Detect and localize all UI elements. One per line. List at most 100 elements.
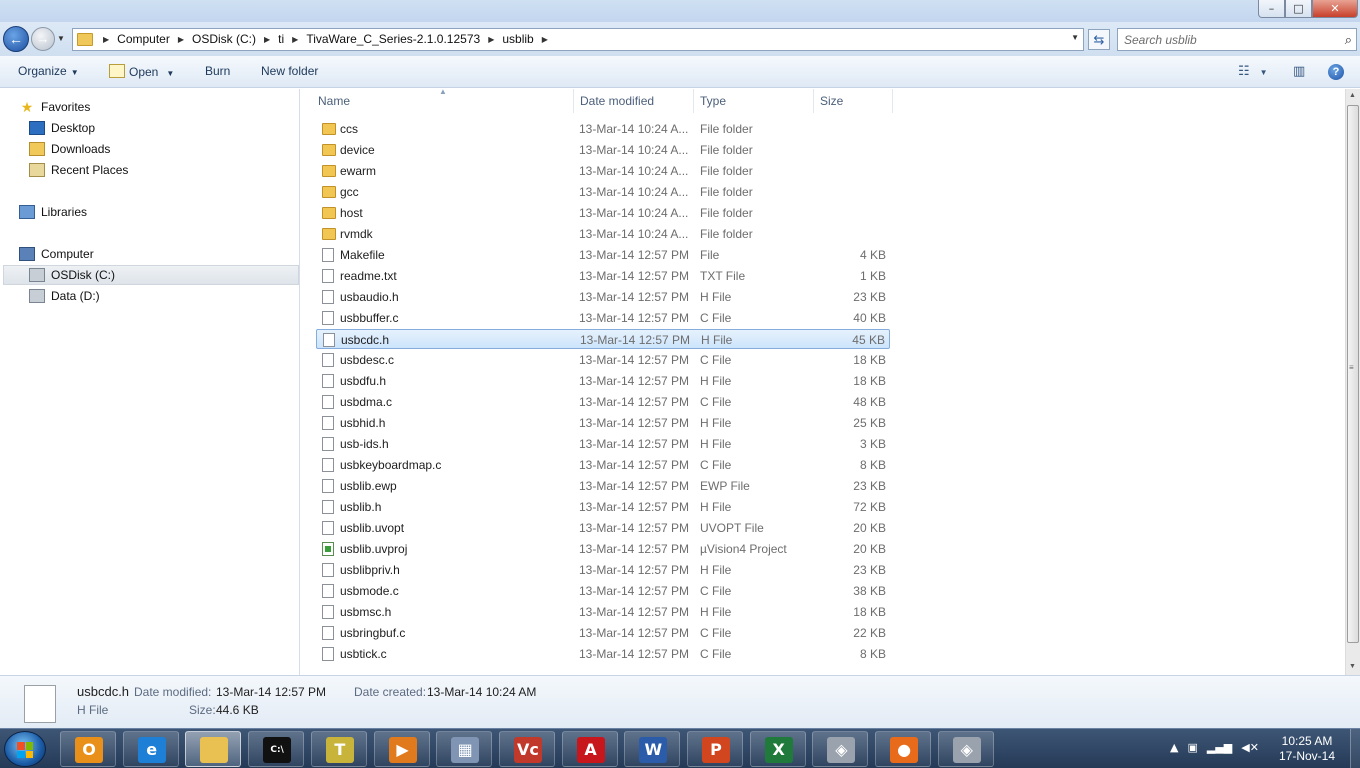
back-button[interactable]: ← (3, 26, 29, 52)
breadcrumb-separator-icon[interactable]: ▶ (288, 35, 302, 44)
file-row[interactable]: rvmdk 13-Mar-14 10:24 A... File folder (316, 224, 890, 244)
breadcrumb-separator-icon[interactable]: ▶ (484, 35, 498, 44)
address-dropdown-icon[interactable]: ▼ (1071, 33, 1079, 42)
taskbar-media-player-button[interactable]: ▶ (373, 731, 430, 767)
minimize-button[interactable]: – (1258, 0, 1285, 18)
show-desktop-button[interactable] (1350, 729, 1360, 768)
file-row[interactable]: usb-ids.h 13-Mar-14 12:57 PM H File 3 KB (316, 434, 890, 454)
nav-downloads[interactable]: Downloads (29, 139, 110, 159)
breadcrumb-osdisk[interactable]: OSDisk (C:) (188, 32, 260, 46)
column-header-type[interactable]: Type (700, 94, 726, 108)
column-divider[interactable] (892, 89, 893, 113)
preview-pane-button[interactable]: ▥ (1293, 63, 1305, 79)
taskbar-command-prompt-button[interactable]: C:\ (248, 731, 305, 767)
organize-button[interactable]: Organize ▼ (18, 64, 79, 78)
file-row[interactable]: usbdma.c 13-Mar-14 12:57 PM C File 48 KB (316, 392, 890, 412)
scroll-up-icon[interactable]: ▲ (1349, 92, 1356, 99)
clock[interactable]: 10:25 AM 17-Nov-14 (1272, 734, 1342, 764)
search-box[interactable]: ⌕ (1117, 28, 1357, 51)
file-row[interactable]: usbmode.c 13-Mar-14 12:57 PM C File 38 KB (316, 581, 890, 601)
file-icon (322, 311, 334, 325)
file-row[interactable]: usbmsc.h 13-Mar-14 12:57 PM H File 18 KB (316, 602, 890, 622)
file-row[interactable]: usbcdc.h 13-Mar-14 12:57 PM H File 45 KB (316, 329, 890, 349)
taskbar-explorer-button[interactable] (185, 731, 242, 767)
file-row[interactable]: usblib.ewp 13-Mar-14 12:57 PM EWP File 23 K… (316, 476, 890, 496)
scroll-down-icon[interactable]: ▼ (1349, 663, 1356, 670)
help-button[interactable]: ? (1328, 64, 1344, 80)
taskbar-firefox-button[interactable]: ● (875, 731, 932, 767)
column-divider[interactable] (813, 89, 814, 113)
file-row[interactable]: usblib.uvproj 13-Mar-14 12:57 PM µVision4 … (316, 539, 890, 559)
file-row[interactable]: usbhid.h 13-Mar-14 12:57 PM H File 25 KB (316, 413, 890, 433)
nav-recent-places[interactable]: Recent Places (29, 160, 128, 180)
taskbar-word-button[interactable]: W (624, 731, 681, 767)
breadcrumb-separator-icon[interactable]: ▶ (174, 35, 188, 44)
breadcrumb-separator-icon[interactable]: ▶ (538, 35, 552, 44)
breadcrumb-separator-icon[interactable]: ▶ (260, 35, 274, 44)
network-device-icon[interactable]: ▣ (1187, 741, 1197, 754)
scrollbar-thumb[interactable] (1347, 105, 1359, 643)
breadcrumb-separator-icon[interactable]: ▶ (99, 35, 113, 44)
file-row[interactable]: usbdfu.h 13-Mar-14 12:57 PM H File 18 KB (316, 371, 890, 391)
taskbar-virtual-box-1-button[interactable]: ◈ (812, 731, 869, 767)
file-row[interactable]: usblibpriv.h 13-Mar-14 12:57 PM H File 23 K… (316, 560, 890, 580)
column-divider[interactable] (573, 89, 574, 113)
file-row[interactable]: usbkeyboardmap.c 13-Mar-14 12:57 PM C File… (316, 455, 890, 475)
column-divider[interactable] (693, 89, 694, 113)
burn-button[interactable]: Burn (205, 64, 230, 78)
file-row[interactable]: usblib.h 13-Mar-14 12:57 PM H File 72 KB (316, 497, 890, 517)
taskbar-visio-app-button[interactable]: Vc (498, 731, 555, 767)
file-row[interactable]: usbbuffer.c 13-Mar-14 12:57 PM C File 40 KB (316, 308, 890, 328)
maximize-button[interactable]: □ (1285, 0, 1312, 18)
file-row[interactable]: readme.txt 13-Mar-14 12:57 PM TXT File 1 KB (316, 266, 890, 286)
nav-data-drive[interactable]: Data (D:) (29, 286, 100, 306)
refresh-button[interactable]: ⇆ (1088, 29, 1110, 50)
show-hidden-icons-icon[interactable]: ▲ (1170, 741, 1178, 754)
taskbar-notepad-app-button[interactable]: T (310, 731, 367, 767)
breadcrumb-tivaware[interactable]: TivaWare_C_Series-2.1.0.12573 (302, 32, 484, 46)
file-row[interactable]: Makefile 13-Mar-14 12:57 PM File 4 KB (316, 245, 890, 265)
vertical-scrollbar[interactable]: ▲ ≡ ▼ (1345, 89, 1360, 675)
signal-strength-icon[interactable]: ▂▄▆ (1207, 741, 1232, 754)
nav-osdisk[interactable]: OSDisk (C:) (3, 265, 299, 285)
column-header-name[interactable]: Name (318, 94, 350, 108)
nav-favorites[interactable]: ★ Favorites (19, 97, 91, 117)
address-bar[interactable]: ▶ Computer ▶ OSDisk (C:) ▶ ti ▶ TivaWare… (72, 28, 1084, 51)
search-icon[interactable]: ⌕ (1345, 32, 1352, 48)
file-row[interactable]: gcc 13-Mar-14 10:24 A... File folder (316, 182, 890, 202)
taskbar-calculator-button[interactable]: ▦ (436, 731, 493, 767)
file-row[interactable]: usbtick.c 13-Mar-14 12:57 PM C File 8 KB (316, 644, 890, 664)
file-row[interactable]: host 13-Mar-14 10:24 A... File folder (316, 203, 890, 223)
file-row[interactable]: ccs 13-Mar-14 10:24 A... File folder (316, 119, 890, 139)
file-row[interactable]: device 13-Mar-14 10:24 A... File folder (316, 140, 890, 160)
file-row[interactable]: usbdesc.c 13-Mar-14 12:57 PM C File 18 KB (316, 350, 890, 370)
open-button[interactable]: Open ▼ (109, 64, 174, 79)
column-header-size[interactable]: Size (820, 94, 843, 108)
nav-desktop[interactable]: Desktop (29, 118, 95, 138)
breadcrumb-ti[interactable]: ti (274, 32, 288, 46)
taskbar-internet-explorer-button[interactable]: e (122, 731, 179, 767)
close-button[interactable]: ✕ (1312, 0, 1358, 18)
nav-computer[interactable]: Computer (19, 244, 94, 264)
file-row[interactable]: usblib.uvopt 13-Mar-14 12:57 PM UVOPT File… (316, 518, 890, 538)
column-header-date-modified[interactable]: Date modified (580, 94, 654, 108)
start-button[interactable] (4, 731, 46, 767)
file-row[interactable]: usbringbuf.c 13-Mar-14 12:57 PM C File 22 K… (316, 623, 890, 643)
breadcrumb-computer[interactable]: Computer (113, 32, 174, 46)
file-row[interactable]: ewarm 13-Mar-14 10:24 A... File folder (316, 161, 890, 181)
breadcrumb-usblib[interactable]: usblib (498, 32, 537, 46)
taskbar-powerpoint-button[interactable]: P (687, 731, 743, 767)
taskbar-virtual-box-2-button[interactable]: ◈ (937, 731, 994, 767)
taskbar-acrobat-button[interactable]: A (561, 731, 618, 767)
recent-pages-button[interactable]: ▼ (57, 34, 65, 43)
volume-muted-icon[interactable]: ◀✕ (1241, 741, 1259, 754)
file-size: 18 KB (853, 374, 886, 388)
search-input[interactable] (1124, 32, 1324, 48)
new-folder-button[interactable]: New folder (261, 64, 318, 78)
nav-libraries[interactable]: Libraries (19, 202, 87, 222)
view-options-button[interactable]: ☷ ▼ (1238, 63, 1268, 79)
taskbar-excel-button[interactable]: X (749, 731, 806, 767)
taskbar-outlook-button[interactable]: O (60, 731, 116, 767)
file-row[interactable]: usbaudio.h 13-Mar-14 12:57 PM H File 23 KB (316, 287, 890, 307)
forward-button[interactable]: → (31, 27, 55, 51)
